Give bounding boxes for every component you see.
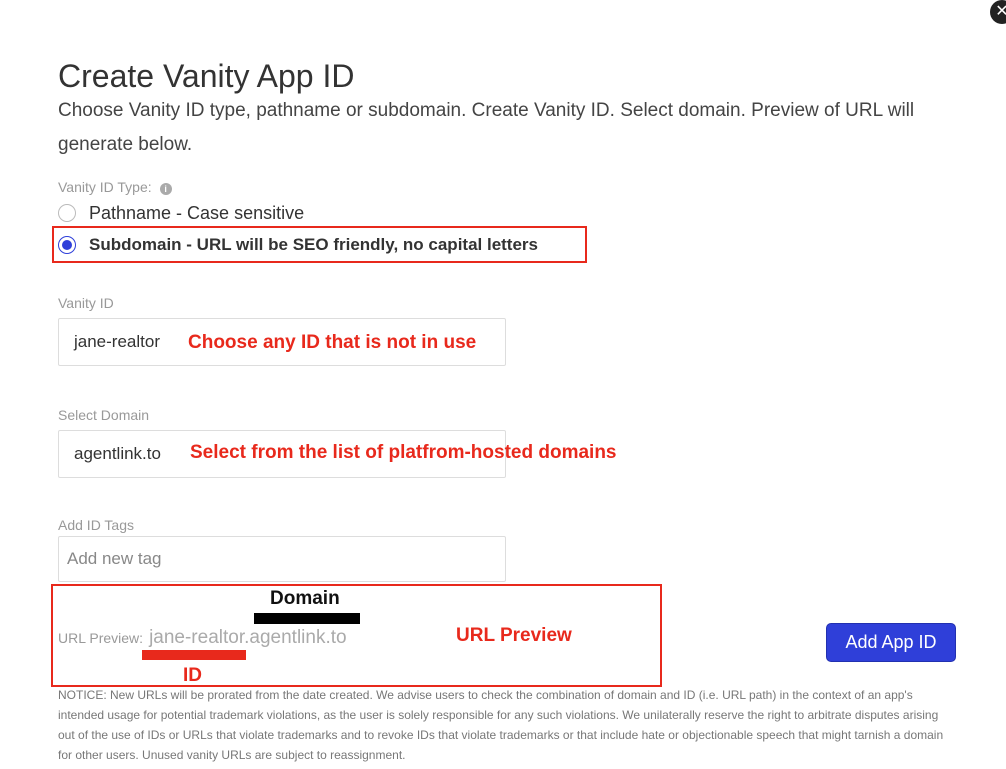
- url-preview-value: jane-realtor.agentlink.to: [149, 627, 347, 648]
- vanity-type-label: Vanity ID Type: i: [58, 179, 172, 195]
- radio-button-pathname[interactable]: [58, 204, 76, 222]
- domain-label: Select Domain: [58, 407, 150, 423]
- info-icon[interactable]: i: [159, 183, 172, 195]
- vanity-type-label-text: Vanity ID Type:: [58, 179, 152, 195]
- url-preview: URL Preview: jane-realtor.agentlink.to: [58, 627, 347, 649]
- radio-button-subdomain[interactable]: [58, 236, 76, 254]
- annotation-domain-label: Domain: [270, 588, 340, 609]
- close-icon[interactable]: ✕: [990, 0, 1006, 24]
- tags-input[interactable]: Add new tag: [58, 536, 506, 582]
- tags-label: Add ID Tags: [58, 517, 135, 533]
- dialog-description: Choose Vanity ID type, pathname or subdo…: [58, 100, 915, 155]
- url-preview-label: URL Preview:: [58, 630, 144, 646]
- annotation-url-preview: URL Preview: [456, 625, 572, 646]
- radio-option-subdomain[interactable]: Subdomain - URL will be SEO friendly, no…: [58, 233, 538, 257]
- radio-option-pathname[interactable]: Pathname - Case sensitive: [58, 201, 304, 225]
- radio-label-subdomain: Subdomain - URL will be SEO friendly, no…: [89, 235, 538, 254]
- add-app-id-button[interactable]: Add App ID: [826, 623, 956, 662]
- domain-annotation: Select from the list of platfrom-hosted …: [190, 442, 617, 463]
- notice-text: NOTICE: New URLs will be prorated from t…: [58, 688, 944, 762]
- vanity-id-annotation: Choose any ID that is not in use: [188, 332, 477, 353]
- annotation-id-bar: [142, 650, 246, 660]
- dialog-title: Create Vanity App ID: [58, 58, 355, 94]
- tags-placeholder: Add new tag: [67, 549, 162, 568]
- vanity-id-label: Vanity ID: [58, 295, 114, 311]
- annotation-id-label: ID: [183, 665, 202, 686]
- radio-label-pathname: Pathname - Case sensitive: [89, 202, 305, 223]
- vanity-id-value: jane-realtor: [74, 332, 160, 351]
- domain-value: agentlink.to: [74, 444, 161, 463]
- annotation-domain-bar: [254, 613, 360, 624]
